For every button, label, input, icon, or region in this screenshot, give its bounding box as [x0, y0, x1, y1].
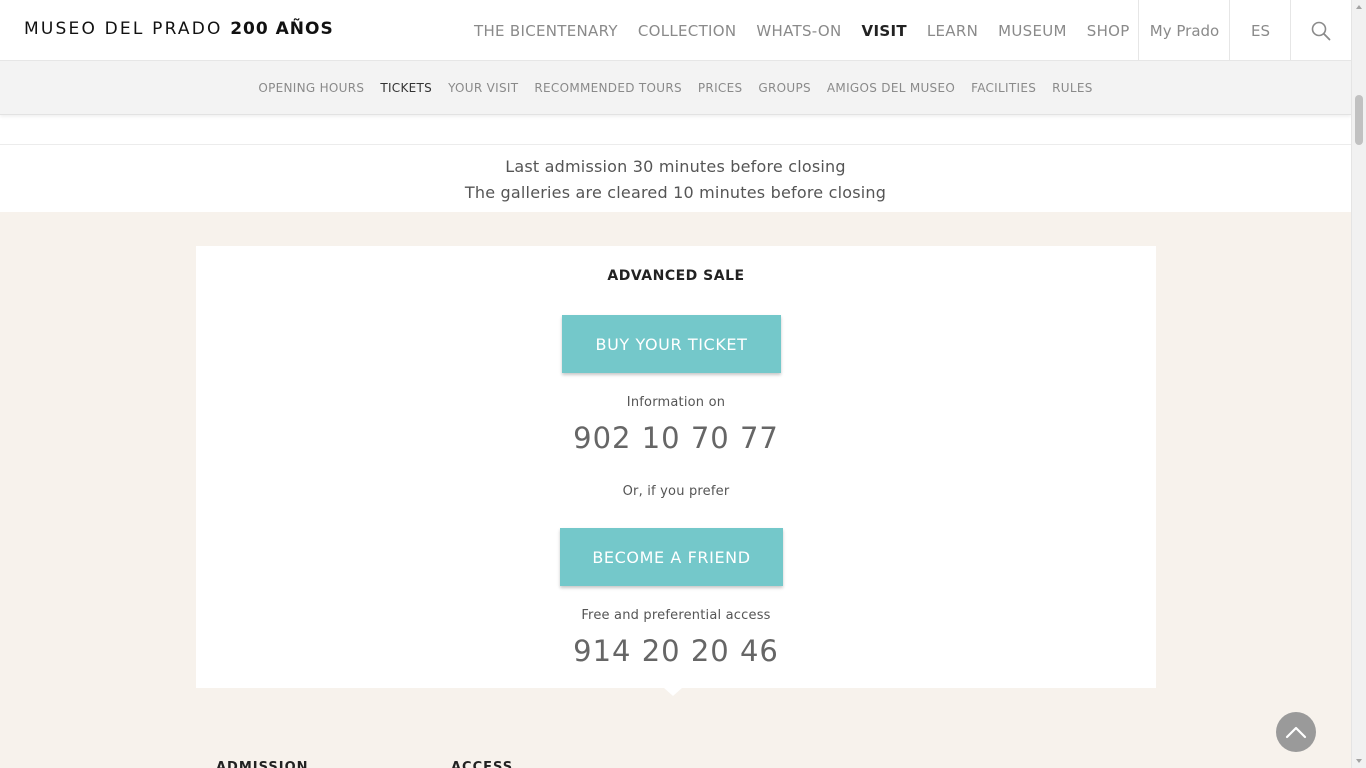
back-to-top-button[interactable] [1276, 712, 1316, 752]
top-header: MUSEO DEL PRADO 200 AÑOS THE BICENTENARY… [0, 0, 1351, 61]
chevron-up-icon [1285, 726, 1307, 739]
subnav-item-recommended-tours[interactable]: RECOMMENDED TOURS [534, 81, 682, 95]
subnav-item-tickets[interactable]: TICKETS [380, 81, 432, 95]
closing-notes: Last admission 30 minutes before closing… [0, 144, 1351, 212]
page-scrollbar[interactable] [1351, 0, 1366, 768]
my-prado-link[interactable]: My Prado [1138, 0, 1230, 61]
search-button[interactable] [1290, 0, 1351, 61]
nav-item-whats-on[interactable]: WHATS-ON [756, 22, 841, 40]
sub-nav: OPENING HOURS TICKETS YOUR VISIT RECOMME… [0, 61, 1351, 115]
nav-item-shop[interactable]: SHOP [1087, 22, 1130, 40]
language-switch[interactable]: ES [1229, 0, 1291, 61]
nav-item-visit[interactable]: VISIT [862, 22, 907, 40]
search-icon [1311, 21, 1331, 40]
logo-bold-text: 200 AÑOS [230, 19, 334, 39]
scroll-up-arrow-icon[interactable] [1356, 5, 1362, 9]
free-access-label: Free and preferential access [581, 608, 771, 623]
scrollbar-thumb[interactable] [1355, 95, 1363, 145]
subnav-item-groups[interactable]: GROUPS [758, 81, 811, 95]
subnav-item-your-visit[interactable]: YOUR VISIT [448, 81, 518, 95]
subnav-item-prices[interactable]: PRICES [698, 81, 743, 95]
subnav-item-facilities[interactable]: FACILITIES [971, 81, 1036, 95]
prefer-label: Or, if you prefer [622, 484, 730, 499]
nav-item-learn[interactable]: LEARN [927, 22, 978, 40]
advanced-sale-title: ADVANCED SALE [607, 268, 745, 284]
card-notch [664, 688, 682, 696]
last-admission-note: Last admission 30 minutes before closing [505, 157, 846, 176]
subnav-item-opening-hours[interactable]: OPENING HOURS [258, 81, 364, 95]
nav-item-collection[interactable]: COLLECTION [638, 22, 737, 40]
info-phone-number[interactable]: 902 10 70 77 [196, 421, 1156, 455]
logo-text: MUSEO DEL PRADO [24, 19, 223, 39]
become-friend-button[interactable]: BECOME A FRIEND [560, 528, 783, 586]
information-label: Information on [626, 395, 726, 410]
main-nav: THE BICENTENARY COLLECTION WHATS-ON VISI… [464, 0, 1140, 61]
scroll-down-arrow-icon[interactable] [1356, 759, 1362, 763]
subnav-item-amigos[interactable]: AMIGOS DEL MUSEO [827, 81, 955, 95]
subnav-item-rules[interactable]: RULES [1052, 81, 1093, 95]
tickets-section: ADVANCED SALE BUY YOUR TICKET Informatio… [0, 212, 1351, 768]
access-heading: ACCESS [451, 760, 514, 768]
buy-ticket-button[interactable]: BUY YOUR TICKET [562, 315, 781, 373]
nav-item-bicentenary[interactable]: THE BICENTENARY [474, 22, 618, 40]
nav-item-museum[interactable]: MUSEUM [998, 22, 1067, 40]
friend-phone-number[interactable]: 914 20 20 46 [196, 634, 1156, 668]
site-logo[interactable]: MUSEO DEL PRADO 200 AÑOS [24, 19, 334, 39]
galleries-cleared-note: The galleries are cleared 10 minutes bef… [464, 183, 887, 202]
admission-heading: ADMISSION [216, 760, 309, 768]
advanced-sale-card: ADVANCED SALE BUY YOUR TICKET Informatio… [196, 246, 1156, 696]
